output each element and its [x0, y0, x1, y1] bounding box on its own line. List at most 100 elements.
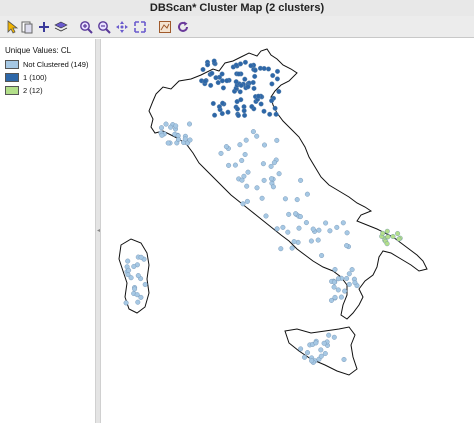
point-not-clustered	[294, 197, 300, 203]
point-cluster-1	[210, 101, 216, 107]
point-cluster-1	[233, 62, 239, 68]
italy-map[interactable]	[101, 39, 474, 423]
point-cluster-1	[270, 73, 276, 79]
point-cluster-1	[215, 80, 221, 86]
point-not-clustered	[134, 292, 140, 298]
point-not-clustered	[282, 196, 288, 202]
legend-title: Unique Values: CL	[5, 46, 72, 55]
point-cluster-1	[219, 111, 225, 117]
legend-swatch	[5, 72, 19, 82]
point-cluster-2	[384, 241, 390, 247]
point-cluster-1	[238, 82, 244, 88]
point-not-clustered	[260, 161, 266, 167]
pan-icon[interactable]	[114, 19, 130, 35]
point-cluster-1	[258, 101, 264, 107]
point-not-clustered	[261, 142, 267, 148]
point-not-clustered	[331, 334, 337, 340]
legend-label: 2 (12)	[23, 85, 43, 95]
point-cluster-1	[267, 111, 273, 117]
point-not-clustered	[271, 160, 277, 166]
point-cluster-1	[255, 93, 261, 99]
point-cluster-1	[272, 105, 278, 111]
point-cluster-1	[261, 108, 267, 114]
point-not-clustered	[239, 177, 245, 183]
point-not-clustered	[259, 195, 265, 201]
add-icon[interactable]	[36, 19, 52, 35]
sardinia-outline	[118, 238, 150, 314]
point-cluster-1	[211, 58, 217, 64]
point-cluster-1	[205, 62, 211, 68]
point-cluster-1	[274, 68, 280, 74]
point-not-clustered	[270, 184, 276, 190]
point-not-clustered	[126, 267, 132, 273]
point-not-clustered	[268, 176, 274, 182]
point-not-clustered	[316, 227, 322, 233]
point-not-clustered	[310, 226, 316, 232]
point-not-clustered	[318, 353, 324, 359]
point-not-clustered	[159, 132, 165, 138]
point-cluster-2	[384, 228, 390, 234]
point-not-clustered	[344, 275, 350, 281]
point-not-clustered	[303, 220, 309, 226]
point-not-clustered	[268, 163, 274, 169]
point-not-clustered	[332, 266, 338, 272]
point-cluster-1	[252, 73, 258, 79]
point-not-clustered	[349, 267, 355, 273]
point-not-clustered	[168, 124, 174, 130]
point-not-clustered	[125, 258, 131, 264]
point-not-clustered	[138, 254, 144, 260]
full-extent-icon[interactable]	[132, 19, 148, 35]
point-cluster-1	[216, 104, 222, 110]
select-arrow-icon[interactable]	[4, 19, 20, 35]
point-cluster-1	[269, 98, 275, 104]
point-cluster-1	[242, 112, 248, 118]
legend-panel: Unique Values: CL Not Clustered (149) 1 …	[0, 39, 95, 423]
splitter-grip-icon: ◂	[97, 228, 101, 234]
point-not-clustered	[254, 133, 260, 139]
point-not-clustered	[263, 213, 269, 219]
legend-label: Not Clustered (149)	[23, 59, 89, 69]
map-canvas[interactable]	[101, 39, 474, 423]
point-not-clustered	[226, 162, 232, 168]
point-cluster-1	[252, 67, 258, 73]
refresh-icon[interactable]	[175, 19, 191, 35]
point-not-clustered	[182, 136, 188, 142]
point-cluster-2	[380, 230, 386, 236]
map-basemap-icon[interactable]	[157, 19, 173, 35]
layers-icon[interactable]	[53, 19, 69, 35]
point-not-clustered	[274, 226, 280, 232]
legend-item-cluster-1[interactable]: 1 (100)	[5, 72, 47, 82]
point-not-clustered	[261, 177, 267, 183]
point-not-clustered	[278, 246, 284, 252]
legend-swatch	[5, 85, 19, 95]
point-cluster-1	[241, 108, 247, 114]
zoom-out-icon[interactable]	[96, 19, 112, 35]
point-cluster-1	[235, 112, 241, 118]
point-cluster-1	[242, 59, 248, 65]
point-not-clustered	[295, 239, 301, 245]
point-not-clustered	[340, 220, 346, 226]
point-cluster-1	[233, 79, 239, 85]
point-not-clustered	[331, 279, 337, 285]
copy-icon[interactable]	[19, 19, 35, 35]
point-cluster-1	[209, 70, 215, 76]
point-not-clustered	[274, 137, 280, 143]
legend-swatch	[5, 59, 19, 69]
point-not-clustered	[173, 123, 179, 129]
point-cluster-2	[390, 233, 396, 239]
point-cluster-1	[265, 66, 271, 72]
point-not-clustered	[244, 198, 250, 204]
point-not-clustered	[318, 347, 324, 353]
legend-item-cluster-2[interactable]: 2 (12)	[5, 85, 43, 95]
point-not-clustered	[289, 245, 295, 251]
zoom-in-icon[interactable]	[78, 19, 94, 35]
point-cluster-1	[234, 106, 240, 112]
legend-item-not-clustered[interactable]: Not Clustered (149)	[5, 59, 88, 69]
point-not-clustered	[135, 273, 141, 279]
point-cluster-1	[251, 85, 257, 91]
point-not-clustered	[232, 162, 238, 168]
point-cluster-2	[396, 236, 402, 242]
point-not-clustered	[245, 169, 251, 175]
point-not-clustered	[240, 201, 246, 207]
point-not-clustered	[344, 243, 350, 249]
